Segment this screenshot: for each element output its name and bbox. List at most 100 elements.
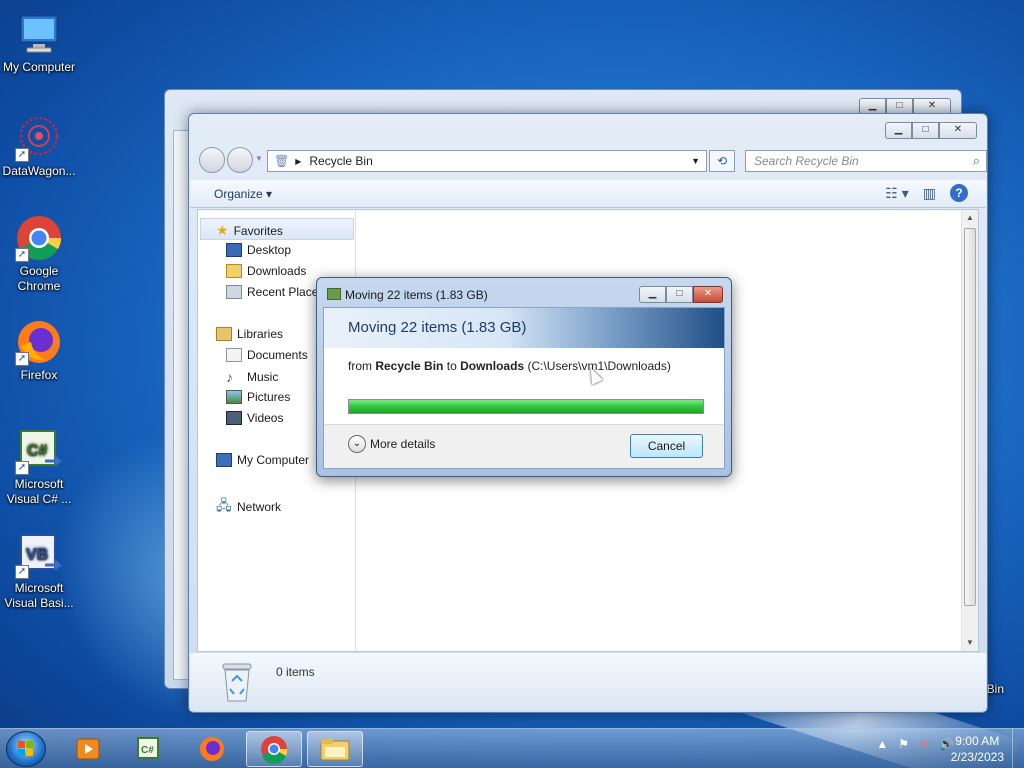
nav-item-favorites[interactable]: ★ Favorites <box>216 222 283 239</box>
to-label: to <box>446 359 457 373</box>
from-to-line: from Recycle Bin to Downloads (C:\Users\… <box>348 359 671 373</box>
shortcut-arrow-icon: ➚ <box>15 148 29 162</box>
cancel-button[interactable]: Cancel <box>630 434 703 458</box>
progress-fill <box>349 400 703 413</box>
breadcrumb-arrow-icon[interactable]: ▶ <box>295 157 301 166</box>
downloads-folder-icon <box>226 264 242 278</box>
search-icon[interactable]: ⌕ <box>973 153 980 169</box>
more-details-button[interactable]: ⌄ More details <box>348 435 435 453</box>
nav-item-documents[interactable]: Documents <box>226 348 308 362</box>
desktop-icon-visual-basic[interactable]: VB ➚ Microsoft Visual Basi... <box>0 531 78 611</box>
minimize-button[interactable]: ▁ <box>885 122 912 139</box>
desktop-icon-label: Bin <box>986 682 1004 696</box>
scroll-thumb[interactable] <box>964 228 976 606</box>
nav-item-desktop[interactable]: Desktop <box>226 243 291 257</box>
scroll-up-icon[interactable]: ▲ <box>962 210 978 226</box>
nav-item-pictures[interactable]: Pictures <box>226 390 290 404</box>
address-dropdown-icon[interactable]: ▼ <box>691 156 700 166</box>
recycle-bin-icon <box>220 661 254 703</box>
videos-icon <box>226 411 242 425</box>
scroll-down-icon[interactable]: ▼ <box>962 635 978 651</box>
nav-item-libraries[interactable]: Libraries <box>216 327 283 341</box>
preview-pane-icon[interactable]: ▥ <box>923 185 936 202</box>
desktop-icon-my-computer[interactable]: My Computer <box>0 10 78 75</box>
windows-logo-icon <box>18 741 33 756</box>
svg-text:C#: C# <box>141 745 154 756</box>
close-button[interactable]: ✕ <box>939 122 977 139</box>
dialog-footer: ⌄ More details Cancel <box>324 424 724 468</box>
nav-item-downloads[interactable]: Downloads <box>226 264 306 278</box>
breadcrumb[interactable]: Recycle Bin <box>309 154 372 168</box>
nav-item-network[interactable]: 🖧 Network <box>216 495 281 519</box>
dialog-close-button[interactable]: ✕ <box>693 286 723 303</box>
forward-button[interactable] <box>227 147 253 173</box>
taskbar-media-player[interactable] <box>60 731 116 767</box>
dialog-header: Moving 22 items (1.83 GB) <box>324 308 724 348</box>
star-icon: ★ <box>216 222 229 238</box>
show-hidden-icons-icon[interactable]: ▲ <box>876 737 888 751</box>
visual-csharp-icon: C# ➚ <box>15 427 63 475</box>
nav-item-recent-places[interactable]: Recent Places <box>226 285 324 299</box>
details-pane: 0 items <box>190 653 986 711</box>
libraries-icon <box>216 327 232 341</box>
network-status-icon[interactable]: ✕ <box>919 737 929 751</box>
nav-item-videos[interactable]: Videos <box>226 411 283 425</box>
taskbar-explorer[interactable] <box>307 731 363 767</box>
computer-icon <box>15 10 63 58</box>
taskbar-chrome[interactable] <box>246 731 302 767</box>
chrome-taskbar-icon <box>261 736 288 764</box>
destination-location[interactable]: Downloads <box>460 359 524 373</box>
progress-bar <box>348 399 704 414</box>
dialog-maximize-button[interactable]: □ <box>666 286 693 303</box>
desktop-icon-label: Firefox <box>20 368 58 382</box>
svg-text:C#: C# <box>27 442 48 459</box>
desktop-icon-datawagon[interactable]: ➚ DataWagon... <box>0 114 78 179</box>
maximize-button[interactable]: □ <box>912 122 939 139</box>
shortcut-arrow-icon: ➚ <box>15 461 29 475</box>
back-button[interactable] <box>199 147 225 173</box>
search-input[interactable]: Search Recycle Bin ⌕ <box>745 150 987 172</box>
taskbar-firefox[interactable] <box>184 731 240 767</box>
refresh-button[interactable]: ⟲ <box>709 150 735 172</box>
visual-basic-icon: VB ➚ <box>15 531 63 579</box>
change-view-icon[interactable]: ☷ ▾ <box>885 185 908 202</box>
items-count: 0 items <box>276 665 315 679</box>
organize-menu[interactable]: Organize ▾ <box>214 187 272 201</box>
address-bar[interactable]: 🗑 ▶ Recycle Bin ▼ <box>267 150 707 172</box>
chevron-down-icon: ⌄ <box>348 435 366 453</box>
action-center-flag-icon[interactable]: ⚑ <box>898 737 909 751</box>
desktop-icon-chrome[interactable]: ➚ Google Chrome <box>0 214 78 294</box>
clock[interactable]: 9:00 AM 2/23/2023 <box>951 733 1004 765</box>
show-desktop-button[interactable] <box>1012 729 1024 768</box>
shortcut-arrow-icon: ➚ <box>15 352 29 366</box>
recycle-bin-small-icon: 🗑 <box>274 154 290 168</box>
dialog-body: Moving 22 items (1.83 GB) from Recycle B… <box>323 307 725 469</box>
history-dropdown-icon[interactable]: ▼ <box>255 154 263 163</box>
nav-item-label: My Computer <box>237 453 310 467</box>
nav-item-label: Documents <box>247 348 308 362</box>
desktop-icon-label: Google Chrome <box>17 264 61 293</box>
firefox-icon: ➚ <box>15 318 63 366</box>
desktop-icon-visual-csharp[interactable]: C# ➚ Microsoft Visual C# ... <box>0 427 78 507</box>
nav-item-label: Downloads <box>247 264 307 278</box>
nav-item-label: Network <box>237 500 282 514</box>
documents-icon <box>226 348 242 362</box>
firefox-taskbar-icon <box>200 737 224 761</box>
search-placeholder: Search Recycle Bin <box>754 154 859 168</box>
nav-item-my-computer[interactable]: My Computer <box>216 453 309 467</box>
pictures-icon <box>226 390 242 404</box>
nav-item-music[interactable]: ♪ Music <box>226 369 278 385</box>
file-operation-dialog[interactable]: Moving 22 items (1.83 GB) ▁ □ ✕ Moving 2… <box>316 277 732 477</box>
taskbar-visual-csharp[interactable]: C# <box>122 731 178 767</box>
network-icon: 🖧 <box>216 497 232 513</box>
source-location[interactable]: Recycle Bin <box>375 359 443 373</box>
dialog-minimize-button[interactable]: ▁ <box>639 286 666 303</box>
computer-small-icon <box>216 453 232 467</box>
vertical-scrollbar[interactable]: ▲ ▼ <box>961 210 978 651</box>
clock-date: 2/23/2023 <box>950 750 1004 764</box>
desktop-icon-firefox[interactable]: ➚ Firefox <box>0 318 78 383</box>
dialog-caption-buttons: ▁ □ ✕ <box>639 286 723 303</box>
help-icon[interactable]: ? <box>950 184 968 202</box>
start-button[interactable] <box>6 731 46 767</box>
more-details-label: More details <box>370 437 436 451</box>
